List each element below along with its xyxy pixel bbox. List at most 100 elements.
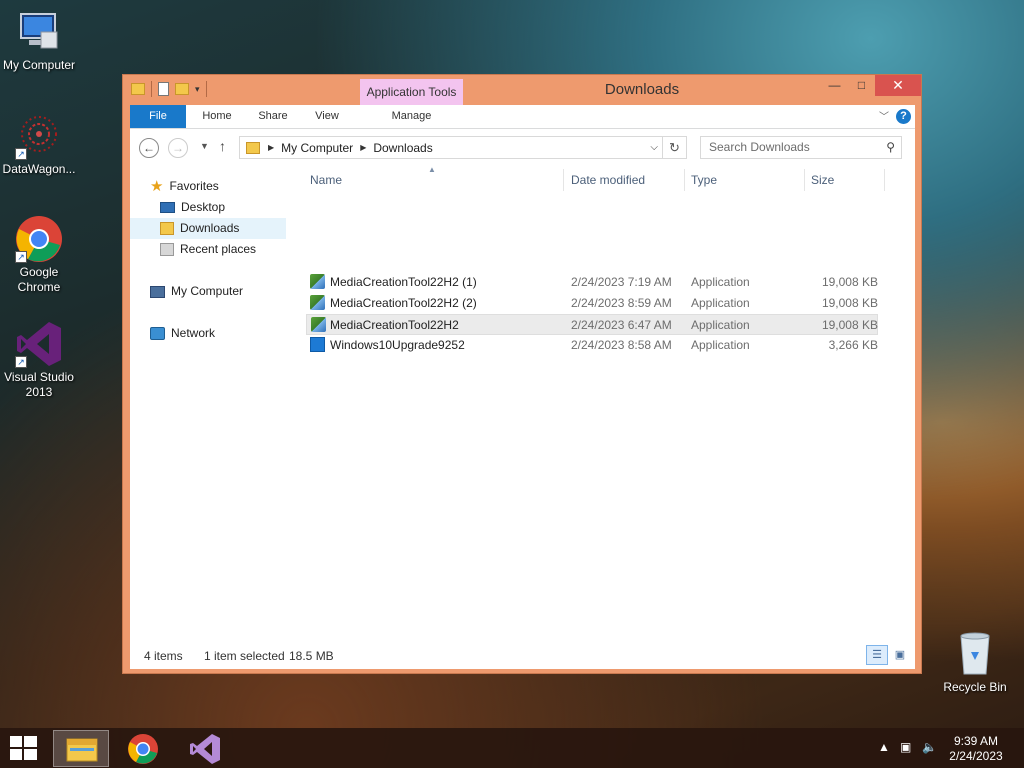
volume-muted-icon[interactable]: 🔈: [922, 740, 937, 754]
file-date: 2/24/2023 8:59 AM: [571, 296, 672, 310]
clock-time: 9:39 AM: [953, 734, 999, 748]
close-button[interactable]: ✕: [875, 75, 921, 96]
details-view-button[interactable]: ☰: [866, 645, 888, 665]
shortcut-arrow-icon: ↗: [15, 148, 27, 160]
recent-places-icon: [160, 243, 174, 256]
file-name: Windows10Upgrade9252: [330, 338, 465, 352]
large-icons-view-button[interactable]: ▣: [889, 645, 911, 665]
tab-share[interactable]: Share: [248, 105, 298, 128]
up-arrow-icon[interactable]: ↑: [219, 138, 226, 154]
desktop-icon-recycle-bin[interactable]: Recycle Bin: [936, 630, 1014, 695]
desktop-icon: [160, 202, 175, 213]
shortcut-arrow-icon: ↗: [15, 251, 27, 263]
desktop-icon-label: Google Chrome: [17, 265, 61, 294]
column-header-name[interactable]: Name: [310, 173, 342, 187]
navigation-bar: ← → ▼ ↑ ▶ My Computer ▶ Downloads ⌵ ↻ Se…: [130, 129, 915, 165]
column-header-date-modified[interactable]: Date modified: [571, 173, 645, 187]
file-date: 2/24/2023 7:19 AM: [571, 275, 672, 289]
file-name: MediaCreationTool22H2: [330, 318, 459, 332]
nav-favorites[interactable]: ★ Favorites: [150, 176, 219, 197]
tab-manage[interactable]: Manage: [360, 105, 463, 128]
search-icon[interactable]: ⚲: [886, 137, 895, 158]
network-icon[interactable]: ▣: [900, 740, 911, 754]
chevron-down-icon[interactable]: ﹀: [879, 108, 889, 123]
desktop-icon-label: Visual Studio 2013: [4, 370, 74, 399]
search-input[interactable]: Search Downloads ⚲: [700, 136, 902, 159]
nav-item-desktop[interactable]: Desktop: [130, 197, 286, 218]
taskbar-visual-studio[interactable]: [177, 730, 233, 767]
maximize-button[interactable]: □: [848, 75, 875, 96]
clock-date: 2/24/2023: [949, 749, 1003, 763]
file-name: MediaCreationTool22H2 (2): [330, 296, 477, 310]
address-bar[interactable]: ▶ My Computer ▶ Downloads ⌵: [239, 136, 663, 159]
shortcut-arrow-icon: ↗: [15, 356, 27, 368]
desktop-icon-google-chrome[interactable]: ↗ Google Chrome: [0, 215, 78, 295]
status-item-count: 4 items: [144, 649, 183, 663]
breadcrumb-downloads[interactable]: Downloads: [373, 141, 432, 155]
recycle-bin-icon: [951, 630, 999, 678]
show-hidden-icons-button[interactable]: ▲: [878, 740, 890, 754]
star-icon: ★: [150, 178, 164, 195]
desktop-icon-label: Recycle Bin: [943, 680, 1007, 694]
network-icon: [150, 327, 165, 340]
file-explorer-icon: [66, 738, 98, 762]
file-row[interactable]: MediaCreationTool22H2 (2) 2/24/2023 8:59…: [306, 293, 878, 314]
file-type: Application: [691, 296, 750, 310]
windows-logo-icon: [10, 736, 22, 747]
file-type: Application: [691, 275, 750, 289]
nav-item-downloads[interactable]: Downloads: [130, 218, 286, 239]
sort-ascending-icon: ▲: [428, 165, 436, 174]
desktop-icon-datawagon[interactable]: ↗ DataWagon...: [0, 112, 78, 177]
file-size: 3,266 KB: [828, 338, 878, 352]
taskbar-file-explorer[interactable]: [53, 730, 109, 767]
downloads-folder-icon: [246, 141, 260, 154]
file-name: MediaCreationTool22H2 (1): [330, 275, 477, 289]
file-size: 19,008 KB: [821, 296, 878, 310]
visual-studio-icon: ↗: [15, 320, 63, 368]
desktop-icon-visual-studio[interactable]: ↗ Visual Studio 2013: [0, 320, 78, 400]
file-list[interactable]: ▲ Name Date modified Type Size MediaCrea…: [300, 165, 915, 641]
file-row[interactable]: Windows10Upgrade9252 2/24/2023 8:58 AM A…: [306, 335, 878, 356]
title-bar[interactable]: ▾ Application Tools Downloads — □ ✕: [123, 75, 921, 105]
desktop-icon-label: DataWagon...: [2, 162, 76, 176]
file-date: 2/24/2023 6:47 AM: [571, 318, 672, 332]
chevron-right-icon[interactable]: ▶: [360, 143, 366, 152]
forward-button[interactable]: →: [168, 138, 188, 158]
taskbar-chrome[interactable]: [115, 730, 171, 767]
address-dropdown-icon[interactable]: ⌵: [650, 142, 658, 153]
file-size: 19,008 KB: [821, 318, 878, 332]
desktop-icon-my-computer[interactable]: My Computer: [0, 8, 78, 73]
column-header-size[interactable]: Size: [811, 173, 834, 187]
media-creation-tool-icon: [311, 317, 326, 332]
ribbon-tabs: File Home Share View Manage ﹀ ?: [130, 105, 915, 129]
recent-locations-dropdown[interactable]: ▼: [200, 141, 209, 151]
search-placeholder: Search Downloads: [709, 140, 810, 154]
explorer-window[interactable]: ▾ Application Tools Downloads — □ ✕ File…: [122, 74, 922, 674]
breadcrumb-my-computer[interactable]: My Computer: [281, 141, 353, 155]
nav-item-recent-places[interactable]: Recent places: [130, 239, 286, 260]
tab-file[interactable]: File: [130, 105, 186, 128]
back-button[interactable]: ←: [139, 138, 159, 158]
file-type: Application: [691, 338, 750, 352]
navigation-pane[interactable]: ★ Favorites Desktop Downloads Recent pla…: [130, 165, 290, 641]
nav-item-network[interactable]: Network: [150, 323, 215, 344]
taskbar: ▲ ▣ 🔈 9:39 AM 2/24/2023: [0, 728, 1024, 768]
file-row[interactable]: MediaCreationTool22H2 (1) 2/24/2023 7:19…: [306, 272, 878, 293]
column-header-type[interactable]: Type: [691, 173, 717, 187]
clock[interactable]: 9:39 AM 2/24/2023: [946, 734, 1006, 764]
nav-item-my-computer[interactable]: My Computer: [150, 281, 243, 302]
computer-icon: [15, 8, 63, 56]
file-size: 19,008 KB: [821, 275, 878, 289]
file-row-selected[interactable]: MediaCreationTool22H2 2/24/2023 6:47 AM …: [306, 314, 878, 335]
refresh-button[interactable]: ↻: [663, 136, 687, 159]
tab-view[interactable]: View: [304, 105, 350, 128]
start-button[interactable]: [10, 736, 38, 762]
chevron-right-icon[interactable]: ▶: [268, 143, 274, 152]
status-selection: 1 item selected: [204, 649, 285, 663]
tab-home[interactable]: Home: [192, 105, 242, 128]
minimize-button[interactable]: —: [821, 75, 848, 96]
status-bar: 4 items 1 item selected 18.5 MB ☰ ▣: [130, 641, 915, 669]
explorer-body: ★ Favorites Desktop Downloads Recent pla…: [130, 165, 915, 641]
media-creation-tool-icon: [310, 295, 325, 310]
help-icon[interactable]: ?: [896, 109, 911, 124]
